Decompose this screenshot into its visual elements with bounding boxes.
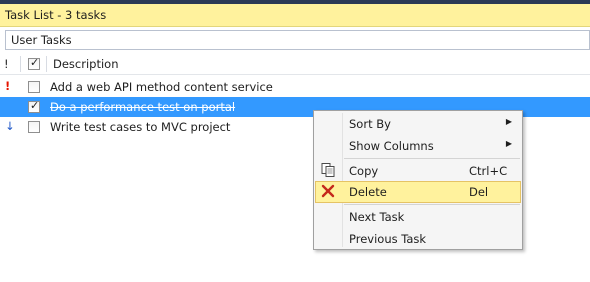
menu-item-shortcut: Ctrl+C [469, 164, 508, 178]
check-icon: ✓ [30, 99, 40, 112]
description-column-header[interactable]: Description [53, 57, 119, 71]
menu-item-label: Sort By [349, 117, 391, 131]
high-priority-icon: ! [5, 79, 11, 93]
submenu-arrow-icon: ▶ [505, 117, 512, 126]
delete-x-icon [321, 184, 335, 198]
menu-item-label: Previous Task [349, 232, 427, 246]
menu-item-show-columns[interactable]: Show Columns ▶ [315, 135, 521, 157]
menu-item-label: Next Task [349, 210, 405, 224]
menu-item-label: Delete [349, 185, 387, 199]
task-row[interactable]: ! Add a web API method content service [0, 77, 590, 97]
column-divider[interactable] [46, 56, 47, 72]
menu-item-delete[interactable]: Delete Del [315, 181, 521, 203]
task-list-title-bar: Task List - 3 tasks [0, 4, 590, 27]
task-description: Write test cases to MVC project [50, 120, 231, 134]
menu-item-label: Show Columns [349, 139, 434, 153]
menu-separator [344, 158, 520, 159]
menu-separator [344, 204, 520, 205]
task-filter-dropdown[interactable]: User Tasks [5, 30, 590, 50]
task-list-title: Task List - 3 tasks [5, 8, 107, 22]
column-divider[interactable] [20, 56, 21, 72]
task-complete-checkbox[interactable] [28, 81, 40, 93]
task-filter-value: User Tasks [11, 33, 72, 47]
menu-item-next-task[interactable]: Next Task [315, 206, 521, 228]
menu-item-shortcut: Del [469, 185, 489, 199]
task-complete-checkbox[interactable] [28, 121, 40, 133]
submenu-arrow-icon: ▶ [505, 139, 512, 148]
menu-item-label: Copy [349, 164, 379, 178]
menu-item-sort-by[interactable]: Sort By ▶ [315, 113, 521, 135]
low-priority-arrow-icon: ↓ [5, 119, 15, 133]
priority-column-header[interactable]: ! [4, 57, 9, 71]
task-description: Do a performance test on portal [50, 100, 236, 114]
check-icon: ✓ [30, 56, 40, 69]
task-complete-checkbox[interactable]: ✓ [28, 99, 40, 113]
task-description: Add a web API method content service [50, 80, 273, 94]
copy-icon [321, 163, 335, 177]
menu-item-previous-task[interactable]: Previous Task [315, 228, 521, 250]
menu-item-copy[interactable]: Copy Ctrl+C [315, 160, 521, 182]
task-list-header: ! ✓ Description [0, 54, 590, 75]
select-all-checkbox[interactable]: ✓ [28, 56, 40, 70]
context-menu: Sort By ▶ Show Columns ▶ Copy Ctrl+C Del… [313, 110, 523, 250]
